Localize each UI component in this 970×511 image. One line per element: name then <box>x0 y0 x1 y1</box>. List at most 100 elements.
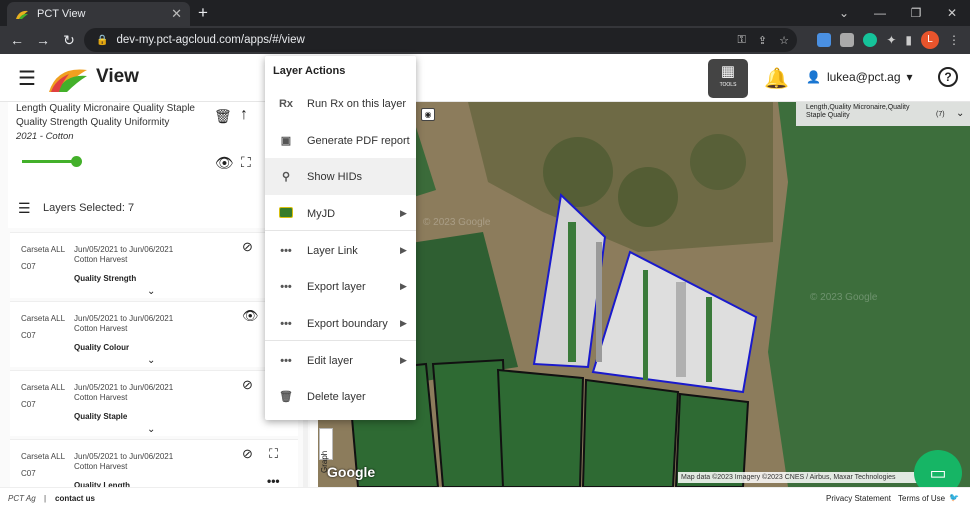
privacy-link[interactable]: Privacy Statement <box>826 494 891 503</box>
more-vert-icon[interactable]: ⋮ <box>948 33 960 47</box>
map-legend[interactable]: Length,Quality Micronaire,Quality Staple… <box>796 102 970 126</box>
footer-separator: | <box>44 494 47 503</box>
restore-icon[interactable]: ❐ <box>898 0 934 26</box>
chevron-down-icon[interactable]: ⌄ <box>826 0 862 26</box>
extension-icon[interactable] <box>840 33 855 47</box>
chevron-down-icon[interactable]: ⌄ <box>147 355 155 366</box>
more-horiz-icon: ••• <box>280 317 292 330</box>
browser-tab[interactable]: PCT View ✕ <box>7 2 190 26</box>
close-tab-icon[interactable]: ✕ <box>171 6 182 22</box>
layer-date-range: Jun/05/2021 to Jun/06/2021 <box>74 383 174 392</box>
graph-tab[interactable]: Graph <box>319 428 333 473</box>
layer-list-item[interactable]: Carseta ALL C07 Jun/05/2021 to Jun/06/2021… <box>10 370 298 436</box>
menu-item[interactable]: Rx Run Rx on this layer <box>265 85 416 122</box>
grammarly-icon[interactable] <box>863 33 878 47</box>
eye-icon[interactable]: 👁 <box>242 308 259 324</box>
puzzle-icon[interactable]: ✦ <box>886 33 896 47</box>
chevron-right-icon: ▶ <box>400 208 407 218</box>
tools-button[interactable]: ▦ TOOLS <box>708 59 748 98</box>
close-window-icon[interactable]: ✕ <box>934 0 970 26</box>
menu-item[interactable]: ⚲ Show HIDs <box>265 158 416 195</box>
layer-field-id: C07 <box>21 400 36 409</box>
menu-item-label: Export boundary <box>307 317 388 330</box>
active-layer-card: Length Quality Micronaire Quality Staple… <box>8 102 298 190</box>
chevron-right-icon: ▶ <box>400 245 407 255</box>
eye-icon[interactable]: 👁 <box>215 154 234 172</box>
screenshot-icon[interactable]: ◉ <box>421 108 435 121</box>
share-icon[interactable]: ⇪ <box>758 34 767 47</box>
layer-quality-name: Quality Colour <box>74 343 130 352</box>
address-bar: ← → ↻ 🔒 dev-my.pct-agcloud.com/apps/#/vi… <box>0 26 970 54</box>
layer-date-range: Jun/05/2021 to Jun/06/2021 <box>74 452 174 461</box>
lock-icon[interactable]: 🔒 <box>96 35 108 46</box>
profile-avatar[interactable]: L <box>921 31 939 49</box>
menu-item-label: Run Rx on this layer <box>307 97 407 110</box>
menu-item[interactable]: ▣ Generate PDF report <box>265 122 416 159</box>
menu-item[interactable]: ••• Export layer ▶ <box>265 268 416 305</box>
fullscreen-icon[interactable]: ⛶ <box>241 154 251 171</box>
menu-item[interactable]: ••• Layer Link ▶ <box>265 232 416 269</box>
layer-operation: Cotton Harvest <box>74 462 128 471</box>
menu-divider <box>265 340 416 341</box>
menu-item-label: Edit layer <box>307 354 353 367</box>
menu-item-label: Export layer <box>307 280 366 293</box>
layer-list-item[interactable]: Carseta ALL C07 Jun/05/2021 to Jun/06/2021… <box>10 301 298 367</box>
menu-item[interactable]: 🗑 Delete layer <box>265 378 416 415</box>
layer-quality-name: Quality Staple <box>74 412 128 421</box>
eye-off-icon[interactable]: ⊘ <box>242 446 253 462</box>
map-watermark: © 2023 Google <box>810 292 878 303</box>
location-pin-icon: ⚲ <box>281 171 291 183</box>
extension-icon[interactable] <box>817 33 832 47</box>
arrow-up-icon[interactable]: ↑ <box>240 106 248 124</box>
trash-icon[interactable]: 🗑 <box>214 108 232 125</box>
layer-list-item[interactable]: Carseta ALL C07 Jun/05/2021 to Jun/06/2021… <box>10 232 298 298</box>
url-text: dev-my.pct-agcloud.com/apps/#/view <box>116 34 305 46</box>
contact-link[interactable]: contact us <box>55 494 95 503</box>
url-field[interactable]: 🔒 dev-my.pct-agcloud.com/apps/#/view ⚿ ⇪… <box>84 28 797 52</box>
menu-item[interactable]: MyJD ▶ <box>265 195 416 232</box>
footer: PCT Ag | contact us Privacy Statement Te… <box>0 487 970 511</box>
twitter-icon[interactable]: 🐦 <box>949 493 959 502</box>
chevron-down-icon[interactable]: ⌄ <box>147 424 155 435</box>
layer-source: Carseta ALL <box>21 383 66 392</box>
sidepanel-icon[interactable]: ▮ <box>905 33 912 47</box>
eye-off-icon[interactable]: ⊘ <box>242 239 253 255</box>
chevron-down-icon[interactable]: ⌄ <box>956 108 964 119</box>
map-attribution: Map data ©2023 Imagery ©2023 CNES / Airb… <box>678 472 940 483</box>
opacity-slider[interactable] <box>22 156 82 167</box>
terms-link[interactable]: Terms of Use <box>898 494 945 503</box>
layer-date-range: Jun/05/2021 to Jun/06/2021 <box>74 245 174 254</box>
menu-item[interactable]: ••• Edit layer ▶ <box>265 342 416 379</box>
layer-field-id: C07 <box>21 331 36 340</box>
layer-description: Length Quality Micronaire Quality Staple… <box>16 103 195 128</box>
menu-icon[interactable]: ☰ <box>18 66 36 91</box>
help-icon[interactable]: ? <box>938 67 958 87</box>
more-horiz-icon[interactable]: ••• <box>267 474 280 487</box>
forward-icon[interactable]: → <box>30 32 56 48</box>
menu-item[interactable]: ••• Export boundary ▶ <box>265 305 416 342</box>
new-tab-icon[interactable]: + <box>198 3 208 23</box>
layer-operation: Cotton Harvest <box>74 393 128 402</box>
menu-item-label: Layer Link <box>307 244 358 257</box>
back-icon[interactable]: ← <box>4 32 30 48</box>
minimize-icon[interactable]: — <box>862 0 898 26</box>
chat-icon: ▭ <box>929 463 947 483</box>
star-icon[interactable]: ☆ <box>779 34 789 47</box>
notification-bell-icon[interactable]: 🔔 <box>764 66 789 91</box>
slider-knob[interactable] <box>71 156 82 167</box>
fullscreen-icon[interactable]: ⛶ <box>269 446 278 462</box>
caret-down-icon: ▾ <box>906 70 913 84</box>
menu-item-label: MyJD <box>307 207 336 220</box>
eye-off-icon[interactable]: ⊘ <box>242 377 253 393</box>
filter-row: ☰ Layers Selected: 7 <box>8 190 298 228</box>
layer-date-range: Jun/05/2021 to Jun/06/2021 <box>74 314 174 323</box>
layer-subtitle: 2021 - Cotton <box>16 131 74 142</box>
chevron-down-icon[interactable]: ⌄ <box>147 286 155 297</box>
user-menu[interactable]: 👤 lukea@pct.ag ▾ <box>806 70 913 84</box>
reload-icon[interactable]: ↻ <box>56 32 82 49</box>
filter-icon[interactable]: ☰ <box>18 200 31 217</box>
layer-list-item[interactable]: Carseta ALL C07 Jun/05/2021 to Jun/06/2021… <box>10 439 298 487</box>
menu-item-label: Generate PDF report <box>307 134 410 147</box>
layer-source: Carseta ALL <box>21 452 66 461</box>
key-icon[interactable]: ⚿ <box>738 34 746 47</box>
